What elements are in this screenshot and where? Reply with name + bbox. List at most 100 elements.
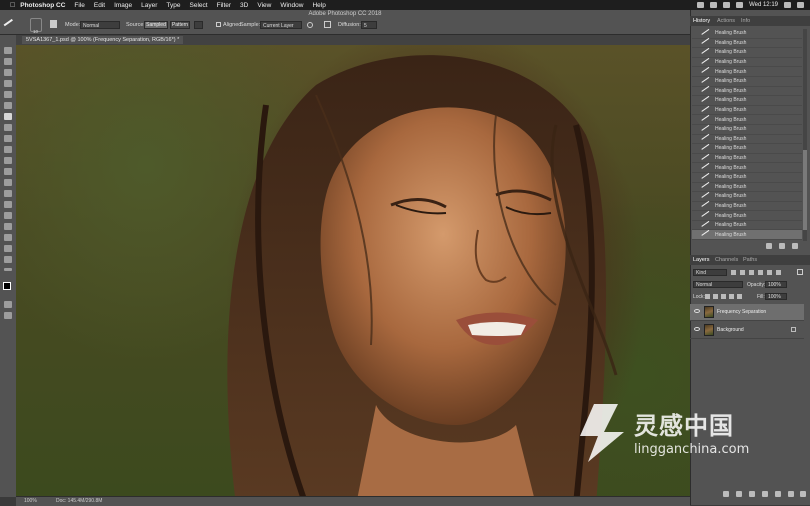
healing-brush-icon: [701, 29, 712, 38]
healing-tool-icon[interactable]: [4, 113, 12, 120]
menu-view[interactable]: View: [257, 2, 271, 9]
crop-tool-icon[interactable]: [4, 91, 12, 98]
layer-name[interactable]: Frequency Separation: [717, 309, 766, 315]
apple-icon[interactable]: : [10, 2, 15, 9]
ignore-adjustment-icon[interactable]: [307, 22, 313, 28]
menu-layer[interactable]: Layer: [141, 2, 157, 9]
eraser-tool-icon[interactable]: [4, 157, 12, 164]
blend-mode-select[interactable]: Normal: [693, 281, 743, 288]
blur-tool-icon[interactable]: [4, 179, 12, 186]
history-state[interactable]: Healing Brush: [692, 47, 802, 58]
dropbox-icon[interactable]: [697, 2, 705, 8]
menu-list-icon[interactable]: [797, 2, 804, 8]
healing-brush-icon: [701, 230, 712, 240]
screen-mode-icon[interactable]: [4, 312, 12, 319]
tab-history[interactable]: History: [693, 18, 710, 24]
brush-tool-icon[interactable]: [4, 124, 12, 131]
menu-image[interactable]: Image: [114, 2, 132, 9]
history-state-current[interactable]: Healing Brush: [692, 230, 802, 241]
hand-tool-icon[interactable]: [4, 245, 12, 252]
stamp-tool-icon[interactable]: [4, 135, 12, 142]
tab-info[interactable]: Info: [741, 18, 750, 24]
tools-panel: [0, 35, 17, 497]
pattern-button[interactable]: Pattern: [170, 21, 190, 29]
adjustment-layer-icon[interactable]: [762, 491, 768, 497]
trash-icon[interactable]: [800, 491, 806, 497]
history-state[interactable]: Healing Brush: [692, 210, 802, 221]
path-select-tool-icon[interactable]: [4, 223, 12, 230]
history-scroll-thumb[interactable]: [803, 150, 807, 230]
link-layers-icon[interactable]: [723, 491, 729, 497]
tab-actions[interactable]: Actions: [717, 18, 735, 24]
move-tool-icon[interactable]: [4, 47, 12, 54]
type-tool-icon[interactable]: [4, 212, 12, 219]
eyedropper-tool-icon[interactable]: [4, 102, 12, 109]
layer-row[interactable]: Background: [690, 322, 804, 339]
menu-edit[interactable]: Edit: [94, 2, 105, 9]
healing-brush-icon: [701, 38, 712, 48]
clock[interactable]: Wed 12:19: [749, 2, 778, 8]
filter-kind-select[interactable]: Kind: [693, 269, 727, 276]
quick-mask-icon[interactable]: [4, 301, 12, 308]
lasso-tool-icon[interactable]: [4, 69, 12, 76]
menu-select[interactable]: Select: [190, 2, 208, 9]
new-document-from-state-icon[interactable]: [766, 243, 772, 249]
layer-mask-icon[interactable]: [749, 491, 755, 497]
opacity-field[interactable]: 100%: [765, 281, 787, 288]
new-layer-icon[interactable]: [788, 491, 794, 497]
foreground-color-swatch[interactable]: [3, 282, 11, 290]
menu-app[interactable]: Photoshop CC: [20, 2, 65, 9]
history-state[interactable]: Healing Brush: [692, 115, 802, 125]
document-tab[interactable]: 5VSA1367_1.psd @ 100% (Frequency Separat…: [22, 36, 184, 44]
shape-tool-icon[interactable]: [4, 234, 12, 241]
layer-filter-icons[interactable]: [731, 270, 781, 275]
history-state[interactable]: Healing Brush: [692, 162, 802, 173]
snapshot-camera-icon[interactable]: [779, 243, 785, 249]
menu-window[interactable]: Window: [280, 2, 303, 9]
layer-name[interactable]: Background: [717, 327, 744, 333]
fill-field[interactable]: 100%: [765, 293, 787, 300]
layer-row[interactable]: Frequency Separation: [690, 304, 804, 321]
lock-icons[interactable]: [705, 294, 745, 299]
more-tools-icon[interactable]: [4, 268, 12, 271]
gradient-tool-icon[interactable]: [4, 168, 12, 175]
menu-type[interactable]: Type: [166, 2, 180, 9]
tab-layers[interactable]: Layers: [693, 257, 710, 263]
search-icon[interactable]: [784, 2, 791, 8]
mode-select[interactable]: Normal: [80, 21, 120, 29]
diffusion-select[interactable]: 5: [361, 21, 377, 29]
lock-icon[interactable]: [791, 327, 796, 332]
dodge-tool-icon[interactable]: [4, 190, 12, 197]
pen-tool-icon[interactable]: [4, 201, 12, 208]
aligned-checkbox[interactable]: [216, 22, 221, 27]
eye-icon[interactable]: [694, 309, 700, 313]
zoom-tool-icon[interactable]: [4, 256, 12, 263]
eye-icon[interactable]: [694, 327, 700, 331]
battery-icon[interactable]: [736, 2, 744, 8]
menu-3d[interactable]: 3D: [240, 2, 248, 9]
marquee-tool-icon[interactable]: [4, 58, 12, 65]
healing-brush-icon: [701, 134, 712, 144]
quick-select-tool-icon[interactable]: [4, 80, 12, 87]
wifi-icon[interactable]: [723, 2, 731, 8]
brush-panel-icon[interactable]: [50, 20, 57, 28]
sampled-button[interactable]: Sampled: [144, 21, 168, 29]
history-state[interactable]: Healing Brush: [692, 95, 802, 106]
filter-toggle-icon[interactable]: [797, 269, 803, 275]
menu-filter[interactable]: Filter: [217, 2, 231, 9]
group-folder-icon[interactable]: [775, 491, 781, 497]
tab-channels[interactable]: Channels: [715, 257, 738, 263]
pressure-icon[interactable]: [324, 21, 331, 28]
trash-icon[interactable]: [792, 243, 798, 249]
pattern-picker[interactable]: [194, 21, 203, 29]
menu-help[interactable]: Help: [312, 2, 325, 9]
history-state[interactable]: Healing Brush: [692, 143, 802, 154]
sample-select[interactable]: Current Layer: [260, 21, 302, 29]
zoom-level[interactable]: 100%: [24, 498, 37, 504]
tab-paths[interactable]: Paths: [743, 257, 757, 263]
layer-style-icon[interactable]: [736, 491, 742, 497]
history-brush-tool-icon[interactable]: [4, 146, 12, 153]
menu-file[interactable]: File: [74, 2, 84, 9]
mac-menubar:  Photoshop CC File Edit Image Layer Typ…: [0, 0, 810, 10]
cloud-icon[interactable]: [710, 2, 718, 8]
